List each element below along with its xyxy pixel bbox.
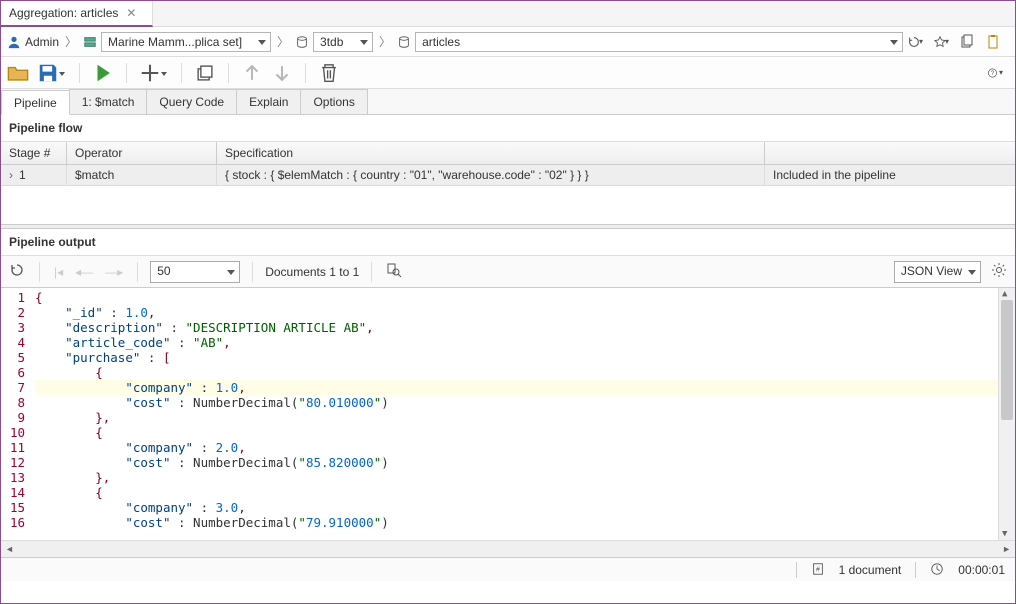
collection-combo[interactable]: articles — [415, 32, 903, 52]
find-icon[interactable] — [384, 262, 404, 281]
view-mode-combo[interactable]: JSON View — [894, 261, 981, 283]
col-operator-header[interactable]: Operator — [67, 142, 217, 164]
close-icon[interactable]: ✕ — [126, 6, 136, 20]
subtab-bar: Pipeline 1: $match Query Code Explain Op… — [1, 89, 1015, 115]
pipeline-flow-table-header: Stage # Operator Specification — [1, 142, 1015, 165]
move-up-icon[interactable] — [241, 62, 263, 84]
stage-status: Included in the pipeline — [765, 165, 1015, 185]
star-icon[interactable]: ▾ — [933, 34, 949, 50]
document-tab-bar: Aggregation: articles ✕ — [1, 1, 1015, 27]
output-toolbar: |◂ ◂— —▸ 50 Documents 1 to 1 JSON View — [1, 256, 1015, 288]
svg-text:?: ? — [991, 70, 995, 77]
page-size-combo[interactable]: 50 — [150, 261, 240, 283]
chevron-right-icon: 〉 — [377, 33, 393, 50]
history-icon[interactable]: ▾ — [907, 34, 923, 50]
move-down-icon[interactable] — [271, 62, 293, 84]
document-count: 1 document — [839, 563, 902, 577]
tab-match[interactable]: 1: $match — [69, 89, 148, 114]
chevron-right-icon: 〉 — [63, 33, 79, 50]
table-row[interactable]: ›1 $match { stock : { $elemMatch : { cou… — [1, 165, 1015, 186]
user-icon — [7, 35, 21, 49]
document-tab-title: Aggregation: articles — [9, 6, 118, 20]
paste-icon[interactable] — [985, 34, 1001, 50]
pipeline-output-header: Pipeline output — [1, 229, 1015, 256]
clock-icon — [930, 562, 944, 577]
code-content[interactable]: { "_id" : 1.0, "description" : "DESCRIPT… — [31, 288, 998, 540]
document-range-label: Documents 1 to 1 — [265, 265, 359, 279]
col-stage-header[interactable]: Stage # — [1, 142, 67, 164]
save-icon[interactable] — [37, 62, 59, 84]
breadcrumb: Admin 〉 Marine Mamm...plica set] 〉 3tdb … — [1, 27, 1015, 57]
prev-page-icon[interactable]: ◂— — [73, 265, 95, 279]
stage-number: 1 — [19, 168, 26, 182]
collection-icon — [397, 35, 411, 49]
col-status-header[interactable] — [765, 142, 1015, 164]
stage-spec: { stock : { $elemMatch : { country : "01… — [217, 165, 765, 185]
line-gutter: 12345678910111213141516 — [1, 288, 31, 540]
stage-operator: $match — [67, 165, 217, 185]
server-icon — [83, 35, 97, 49]
expand-icon[interactable]: › — [9, 168, 17, 182]
doc-count-icon: # — [811, 562, 825, 577]
tab-query-code[interactable]: Query Code — [146, 89, 237, 114]
settings-icon[interactable] — [989, 262, 1009, 281]
help-icon[interactable]: ?▾ — [987, 65, 1003, 81]
refresh-icon[interactable] — [7, 262, 27, 281]
code-output[interactable]: 12345678910111213141516 { "_id" : 1.0, "… — [1, 288, 1015, 540]
replica-combo[interactable]: Marine Mamm...plica set] — [101, 32, 271, 52]
tab-pipeline[interactable]: Pipeline — [1, 90, 70, 115]
chevron-right-icon: 〉 — [275, 33, 291, 50]
open-icon[interactable] — [7, 62, 29, 84]
duplicate-icon[interactable] — [194, 62, 216, 84]
database-icon — [295, 35, 309, 49]
elapsed-time: 00:00:01 — [958, 563, 1005, 577]
col-spec-header[interactable]: Specification — [217, 142, 765, 164]
first-page-icon[interactable]: |◂ — [52, 265, 65, 279]
pipeline-flow-header: Pipeline flow — [1, 115, 1015, 142]
document-tab[interactable]: Aggregation: articles ✕ — [1, 1, 153, 27]
delete-icon[interactable] — [318, 62, 340, 84]
status-bar: # 1 document 00:00:01 — [1, 557, 1015, 581]
run-icon[interactable] — [92, 62, 114, 84]
svg-text:#: # — [816, 567, 820, 574]
horizontal-scrollbar[interactable]: ◄► — [1, 540, 1015, 557]
next-page-icon[interactable]: —▸ — [103, 265, 125, 279]
breadcrumb-user: Admin — [25, 35, 59, 49]
vertical-scrollbar[interactable]: ▲ ▼ — [998, 288, 1015, 540]
add-stage-icon[interactable] — [139, 62, 161, 84]
tab-explain[interactable]: Explain — [236, 89, 301, 114]
database-combo[interactable]: 3tdb — [313, 32, 373, 52]
copy-icon[interactable] — [959, 34, 975, 50]
main-toolbar: ?▾ — [1, 57, 1015, 89]
tab-options[interactable]: Options — [300, 89, 367, 114]
